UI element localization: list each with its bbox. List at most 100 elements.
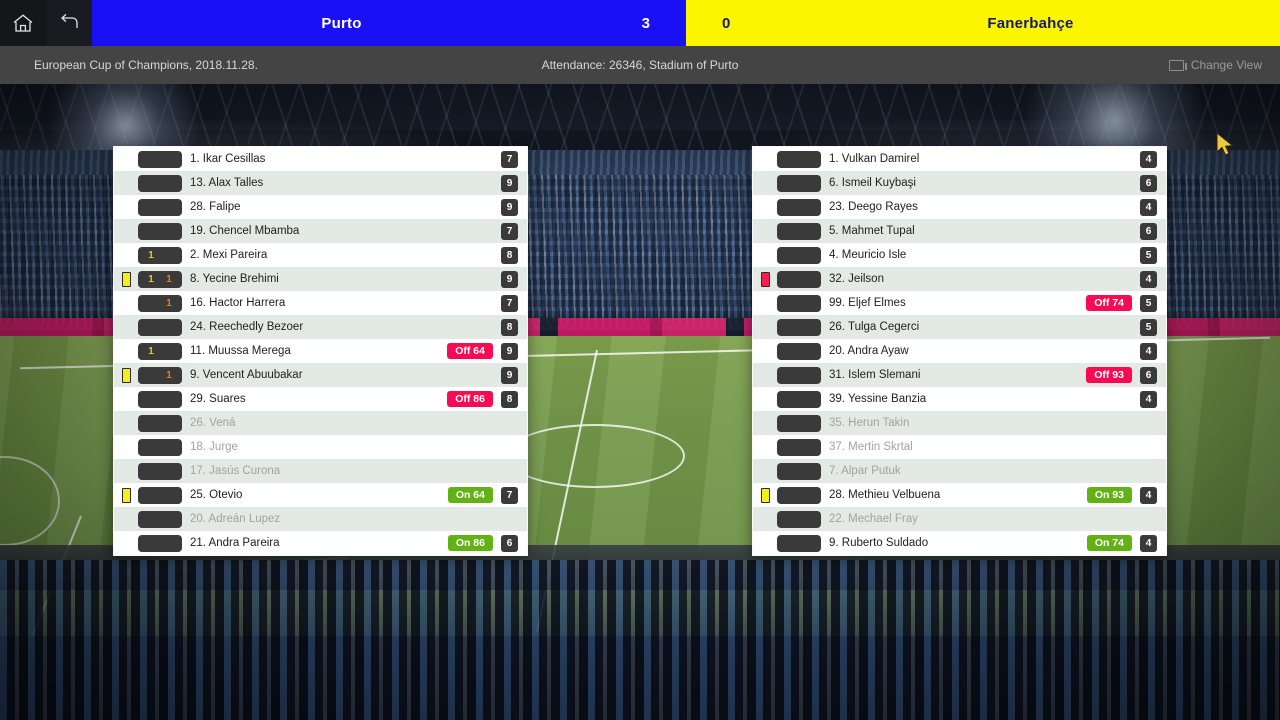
change-view-button[interactable]: Change View bbox=[1168, 58, 1262, 72]
home-team-name: Purto bbox=[321, 14, 362, 32]
away-team-name: Fanerbahçe bbox=[987, 14, 1074, 32]
player-name: 31. Islem Slemani bbox=[829, 369, 921, 381]
assists-count bbox=[799, 439, 817, 456]
back-button[interactable] bbox=[46, 0, 92, 46]
lineup-row[interactable]: 17. Jasús Curona bbox=[114, 459, 527, 483]
lineup-row[interactable]: 28. Methieu Velbuena On 93 4 bbox=[753, 483, 1166, 507]
player-rating: 7 bbox=[501, 150, 518, 168]
lineup-row[interactable]: 26. Tulga Cegerci 5 bbox=[753, 315, 1166, 339]
lineup-row[interactable]: 4. Meuricio Isle 5 bbox=[753, 243, 1166, 267]
goals-count bbox=[781, 439, 799, 456]
player-name: 29. Suares bbox=[190, 393, 246, 405]
lineup-row[interactable]: 6. Ismeil Kuybaşi 6 bbox=[753, 171, 1166, 195]
player-name: 39. Yessine Banzia bbox=[829, 393, 927, 405]
lineup-row[interactable]: 7. Alpar Putuk bbox=[753, 459, 1166, 483]
player-rating: 7 bbox=[501, 294, 518, 312]
substitution-badge: On 86 bbox=[447, 535, 493, 551]
player-rating bbox=[501, 415, 518, 432]
away-lineup-panel: 1. Vulkan Damirel 4 6. Ismeil Kuybaşi 6 23. … bbox=[752, 146, 1167, 556]
substitution-badge: Off 64 bbox=[447, 343, 493, 359]
assists-count: 1 bbox=[166, 297, 172, 309]
goals-count bbox=[781, 415, 799, 432]
card-slot bbox=[753, 435, 777, 459]
lineup-row[interactable]: 29. Suares Off 86 8 bbox=[114, 387, 527, 411]
player-stat-badge bbox=[138, 438, 182, 456]
lineup-row[interactable]: 20. Andra Ayaw 4 bbox=[753, 339, 1166, 363]
lineup-row[interactable]: 1. Ikar Cesillas 7 bbox=[114, 147, 527, 171]
card-slot bbox=[114, 435, 138, 459]
player-name: 21. Andra Pareira bbox=[190, 537, 280, 549]
player-stat-badge: 1 bbox=[138, 342, 182, 360]
goals-count bbox=[142, 367, 160, 384]
lineup-row[interactable]: 99. Eljef Elmes Off 74 5 bbox=[753, 291, 1166, 315]
player-stat-badge bbox=[777, 270, 821, 288]
player-name: 25. Otevio bbox=[190, 489, 243, 501]
player-name: 8. Yecine Brehimi bbox=[190, 273, 279, 285]
player-rating bbox=[501, 463, 518, 480]
lineup-row[interactable]: 1 1 8. Yecine Brehimi 9 bbox=[114, 267, 527, 291]
assists-count bbox=[160, 535, 178, 552]
lineup-row[interactable]: 18. Jurge bbox=[114, 435, 527, 459]
assists-count bbox=[160, 151, 178, 168]
lineup-row[interactable]: 23. Deego Rayes 4 bbox=[753, 195, 1166, 219]
lineup-row[interactable]: 22. Mechael Fray bbox=[753, 507, 1166, 531]
player-rating: 4 bbox=[1140, 390, 1157, 408]
lineup-row[interactable]: 19. Chencel Mbamba 7 bbox=[114, 219, 527, 243]
lineup-row[interactable]: 32. Jeilson 4 bbox=[753, 267, 1166, 291]
lineup-row[interactable]: 24. Reechedly Bezoer 8 bbox=[114, 315, 527, 339]
card-slot bbox=[114, 171, 138, 195]
player-rating: 4 bbox=[1140, 270, 1157, 288]
player-rating: 7 bbox=[501, 486, 518, 504]
player-name: 1. Vulkan Damirel bbox=[829, 153, 920, 165]
lineup-row[interactable]: 35. Herun Takin bbox=[753, 411, 1166, 435]
substitution-badge: Off 74 bbox=[1086, 295, 1132, 311]
player-rating: 5 bbox=[1140, 246, 1157, 264]
lineup-row[interactable]: 28. Falipe 9 bbox=[114, 195, 527, 219]
player-stat-badge: 11 bbox=[138, 270, 182, 288]
lineup-row[interactable]: 1 2. Mexi Pareira 8 bbox=[114, 243, 527, 267]
goals-count bbox=[781, 199, 799, 216]
lineup-row[interactable]: 1 16. Hactor Harrera 7 bbox=[114, 291, 527, 315]
player-name: 9. Ruberto Suldado bbox=[829, 537, 929, 549]
assists-count bbox=[160, 175, 178, 192]
goals-count: 1 bbox=[148, 273, 154, 285]
home-button[interactable] bbox=[0, 0, 46, 46]
lineup-row[interactable]: 37. Mertin Skrtal bbox=[753, 435, 1166, 459]
lineup-row[interactable]: 1. Vulkan Damirel 4 bbox=[753, 147, 1166, 171]
player-stat-badge bbox=[138, 174, 182, 192]
player-stat-badge bbox=[777, 294, 821, 312]
player-rating bbox=[1140, 415, 1157, 432]
lineup-row[interactable]: 39. Yessine Banzia 4 bbox=[753, 387, 1166, 411]
assists-count bbox=[799, 319, 817, 336]
lineup-row[interactable]: 9. Ruberto Suldado On 74 4 bbox=[753, 531, 1166, 555]
assists-count bbox=[799, 223, 817, 240]
lineup-row[interactable]: 21. Andra Pareira On 86 6 bbox=[114, 531, 527, 555]
assists-count bbox=[160, 415, 178, 432]
goals-count bbox=[142, 199, 160, 216]
player-stat-badge bbox=[138, 150, 182, 168]
lineup-row[interactable]: 31. Islem Slemani Off 93 6 bbox=[753, 363, 1166, 387]
lineup-row[interactable]: 1 11. Muussa Merega Off 64 9 bbox=[114, 339, 527, 363]
player-name: 4. Meuricio Isle bbox=[829, 249, 907, 261]
lineup-row[interactable]: 5. Mahmet Tupal 6 bbox=[753, 219, 1166, 243]
lineup-row[interactable]: 13. Alax Talles 9 bbox=[114, 171, 527, 195]
lineup-row[interactable]: 26. Vená bbox=[114, 411, 527, 435]
substitution-badge: On 64 bbox=[447, 487, 493, 503]
player-rating: 4 bbox=[1140, 342, 1157, 360]
player-rating bbox=[501, 511, 518, 528]
player-name: 26. Tulga Cegerci bbox=[829, 321, 920, 333]
goals-count bbox=[781, 247, 799, 264]
card-slot bbox=[753, 291, 777, 315]
lineup-row[interactable]: 20. Adreán Lupez bbox=[114, 507, 527, 531]
player-stat-badge bbox=[777, 150, 821, 168]
player-rating: 4 bbox=[1140, 150, 1157, 168]
player-rating: 8 bbox=[501, 318, 518, 336]
player-stat-badge bbox=[777, 198, 821, 216]
goals-count bbox=[781, 487, 799, 504]
lineup-row[interactable]: 25. Otevio On 64 7 bbox=[114, 483, 527, 507]
player-name: 24. Reechedly Bezoer bbox=[190, 321, 304, 333]
lineup-row[interactable]: 1 9. Vencent Abuubakar 9 bbox=[114, 363, 527, 387]
player-rating: 9 bbox=[501, 342, 518, 360]
card-slot bbox=[114, 363, 138, 387]
goals-count bbox=[142, 391, 160, 408]
